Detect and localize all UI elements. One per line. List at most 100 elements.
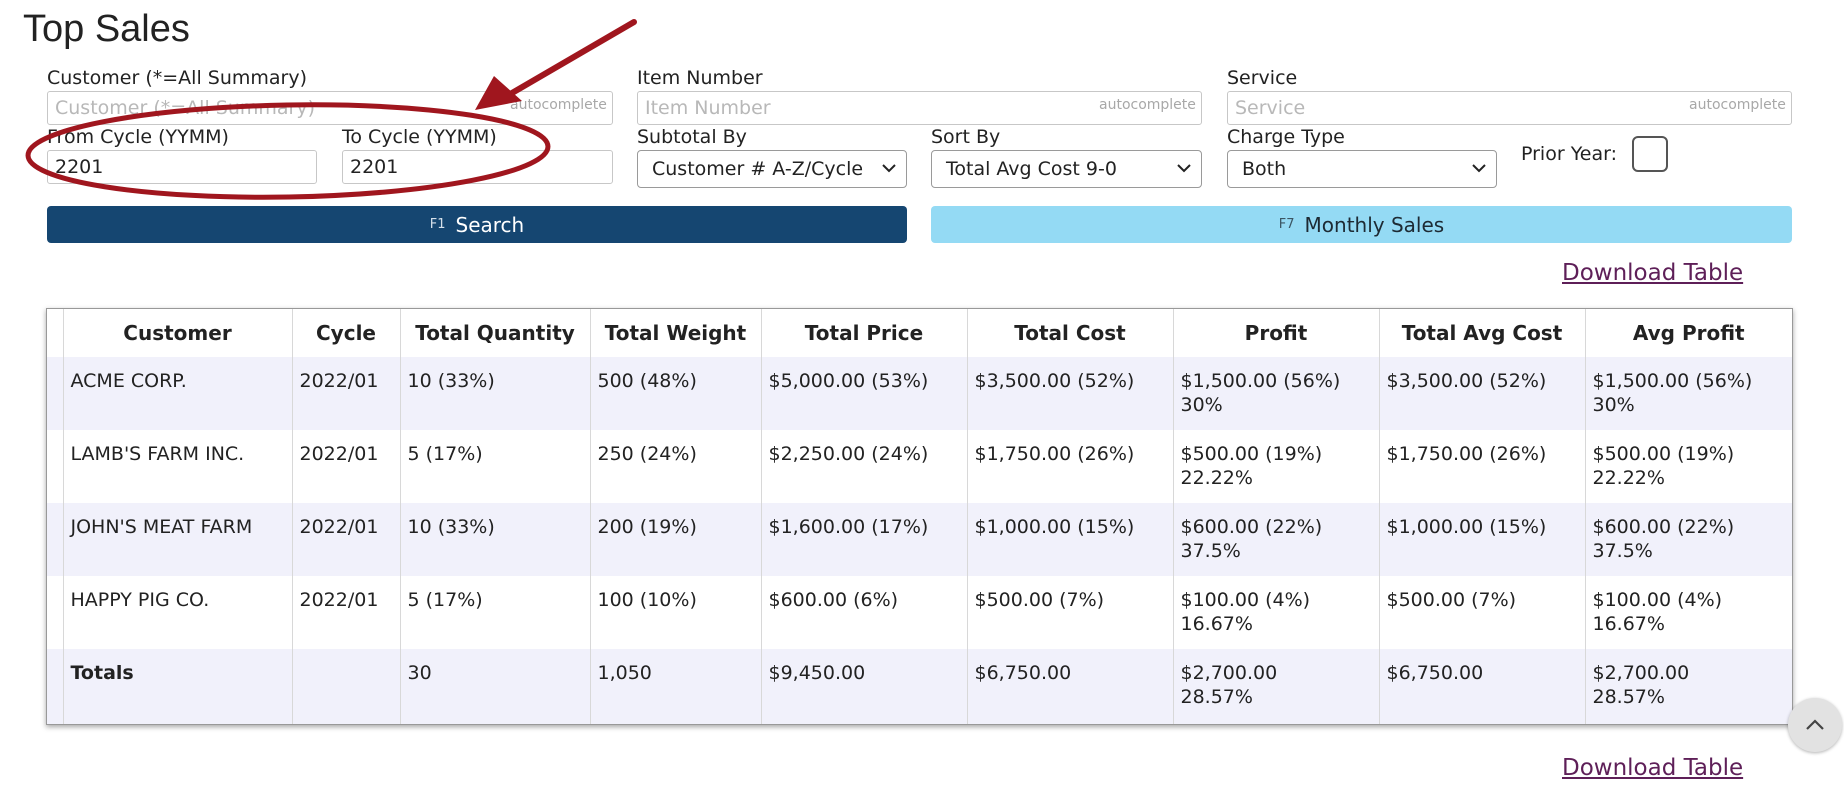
- cell-total-weight: 100 (10%): [589, 576, 761, 649]
- customer-label: Customer (*=All Summary): [47, 67, 307, 89]
- cell-cycle: 2022/01: [291, 357, 400, 430]
- sales-table-container: Customer Cycle Total Quantity Total Weig…: [46, 308, 1793, 725]
- download-table-link-bottom[interactable]: Download Table: [1562, 755, 1743, 781]
- totals-row: Totals 30 1,050 $9,450.00 $6,750.00 $2,7…: [47, 649, 1792, 724]
- totals-avg-profit: $2,700.00 28.57%: [1584, 649, 1792, 724]
- monthly-sales-button-label: Monthly Sales: [1304, 212, 1445, 237]
- totals-weight: 1,050: [589, 649, 761, 724]
- avg-profit-amount: $1,500.00 (56%): [1592, 370, 1753, 392]
- prior-year-checkbox[interactable]: [1632, 136, 1668, 172]
- cell-profit: $1,500.00 (56%) 30%: [1172, 357, 1379, 430]
- cell-customer: JOHN'S MEAT FARM: [62, 503, 292, 576]
- sort-by-select[interactable]: Total Avg Cost 9-0: [931, 150, 1202, 188]
- cell-total-avg-cost: $1,000.00 (15%): [1378, 503, 1585, 576]
- chevron-up-icon: [1806, 719, 1824, 730]
- table-row: HAPPY PIG CO. 2022/01 5 (17%) 100 (10%) …: [47, 576, 1792, 649]
- totals-label: Totals: [62, 649, 292, 724]
- from-cycle-label: From Cycle (YYMM): [47, 126, 229, 148]
- profit-amount: $100.00 (4%): [1180, 589, 1311, 611]
- monthly-sales-button[interactable]: F7 Monthly Sales: [931, 206, 1792, 243]
- column-header-total-cost[interactable]: Total Cost: [966, 309, 1173, 357]
- download-table-link-top[interactable]: Download Table: [1562, 260, 1743, 286]
- avg-profit-amount: $100.00 (4%): [1592, 589, 1723, 611]
- table-row: LAMB'S FARM INC. 2022/01 5 (17%) 250 (24…: [47, 430, 1792, 503]
- cell-total-quantity: 10 (33%): [399, 503, 590, 576]
- column-header-total-price[interactable]: Total Price: [760, 309, 967, 357]
- table-row: JOHN'S MEAT FARM 2022/01 10 (33%) 200 (1…: [47, 503, 1792, 576]
- totals-price: $9,450.00: [760, 649, 967, 724]
- avg-profit-percent: 16.67%: [1592, 612, 1665, 635]
- customer-input[interactable]: [47, 91, 613, 125]
- profit-percent: 37.5%: [1180, 539, 1241, 562]
- cell-total-weight: 200 (19%): [589, 503, 761, 576]
- cell-total-quantity: 10 (33%): [399, 357, 590, 430]
- service-label: Service: [1227, 67, 1298, 89]
- row-gutter: [47, 576, 63, 649]
- cell-customer: ACME CORP.: [62, 357, 292, 430]
- to-cycle-input[interactable]: [342, 150, 613, 184]
- totals-cycle: [291, 649, 400, 724]
- scroll-to-top-button[interactable]: [1788, 698, 1842, 752]
- column-header-customer[interactable]: Customer: [62, 309, 292, 357]
- subtotal-by-select[interactable]: Customer # A-Z/Cycle: [637, 150, 907, 188]
- totals-cost: $6,750.00: [966, 649, 1173, 724]
- row-gutter: [47, 357, 63, 430]
- column-header-cycle[interactable]: Cycle: [291, 309, 400, 357]
- subtotal-by-value: Customer # A-Z/Cycle: [652, 158, 864, 180]
- item-number-label: Item Number: [637, 67, 763, 89]
- profit-amount: $500.00 (19%): [1180, 443, 1323, 465]
- cell-total-weight: 500 (48%): [589, 357, 761, 430]
- cell-customer: LAMB'S FARM INC.: [62, 430, 292, 503]
- cell-avg-profit: $600.00 (22%) 37.5%: [1584, 503, 1792, 576]
- search-button-label: Search: [455, 212, 525, 237]
- cell-customer: HAPPY PIG CO.: [62, 576, 292, 649]
- to-cycle-label: To Cycle (YYMM): [342, 126, 497, 148]
- search-button[interactable]: F1 Search: [47, 206, 907, 243]
- subtotal-by-label: Subtotal By: [637, 126, 747, 148]
- cell-total-cost: $1,750.00 (26%): [966, 430, 1173, 503]
- cell-cycle: 2022/01: [291, 576, 400, 649]
- prior-year-label: Prior Year:: [1521, 143, 1617, 165]
- profit-amount: $2,700.00: [1180, 662, 1278, 684]
- profit-amount: $600.00 (22%): [1180, 516, 1323, 538]
- monthly-sales-shortcut-key: F7: [1278, 217, 1295, 232]
- cell-total-cost: $3,500.00 (52%): [966, 357, 1173, 430]
- service-input[interactable]: [1227, 91, 1792, 125]
- cell-total-price: $5,000.00 (53%): [760, 357, 967, 430]
- chevron-down-icon: [882, 164, 896, 173]
- cell-total-price: $600.00 (6%): [760, 576, 967, 649]
- cell-total-price: $2,250.00 (24%): [760, 430, 967, 503]
- cell-avg-profit: $500.00 (19%) 22.22%: [1584, 430, 1792, 503]
- profit-percent: 30%: [1180, 393, 1223, 416]
- column-header-total-avg-cost[interactable]: Total Avg Cost: [1378, 309, 1585, 357]
- sales-table: Customer Cycle Total Quantity Total Weig…: [47, 309, 1792, 724]
- avg-profit-percent: 28.57%: [1592, 685, 1665, 708]
- avg-profit-percent: 22.22%: [1592, 466, 1665, 489]
- charge-type-select[interactable]: Both: [1227, 150, 1497, 188]
- page-title: Top Sales: [23, 8, 190, 50]
- avg-profit-amount: $500.00 (19%): [1592, 443, 1735, 465]
- cell-avg-profit: $1,500.00 (56%) 30%: [1584, 357, 1792, 430]
- column-header-total-weight[interactable]: Total Weight: [589, 309, 761, 357]
- cell-total-avg-cost: $500.00 (7%): [1378, 576, 1585, 649]
- profit-percent: 22.22%: [1180, 466, 1253, 489]
- from-cycle-input[interactable]: [47, 150, 317, 184]
- cell-total-price: $1,600.00 (17%): [760, 503, 967, 576]
- totals-avg-cost: $6,750.00: [1378, 649, 1585, 724]
- row-gutter: [47, 430, 63, 503]
- search-shortcut-key: F1: [429, 217, 446, 232]
- table-header-row: Customer Cycle Total Quantity Total Weig…: [47, 309, 1792, 357]
- avg-profit-amount: $2,700.00: [1592, 662, 1690, 684]
- item-number-input[interactable]: [637, 91, 1202, 125]
- cell-cycle: 2022/01: [291, 503, 400, 576]
- column-header-profit[interactable]: Profit: [1172, 309, 1379, 357]
- avg-profit-percent: 30%: [1592, 393, 1635, 416]
- profit-percent: 28.57%: [1180, 685, 1253, 708]
- sort-by-label: Sort By: [931, 126, 1001, 148]
- avg-profit-amount: $600.00 (22%): [1592, 516, 1735, 538]
- cell-total-weight: 250 (24%): [589, 430, 761, 503]
- totals-profit: $2,700.00 28.57%: [1172, 649, 1379, 724]
- column-header-total-quantity[interactable]: Total Quantity: [399, 309, 590, 357]
- column-header-avg-profit[interactable]: Avg Profit: [1584, 309, 1792, 357]
- chevron-down-icon: [1472, 164, 1486, 173]
